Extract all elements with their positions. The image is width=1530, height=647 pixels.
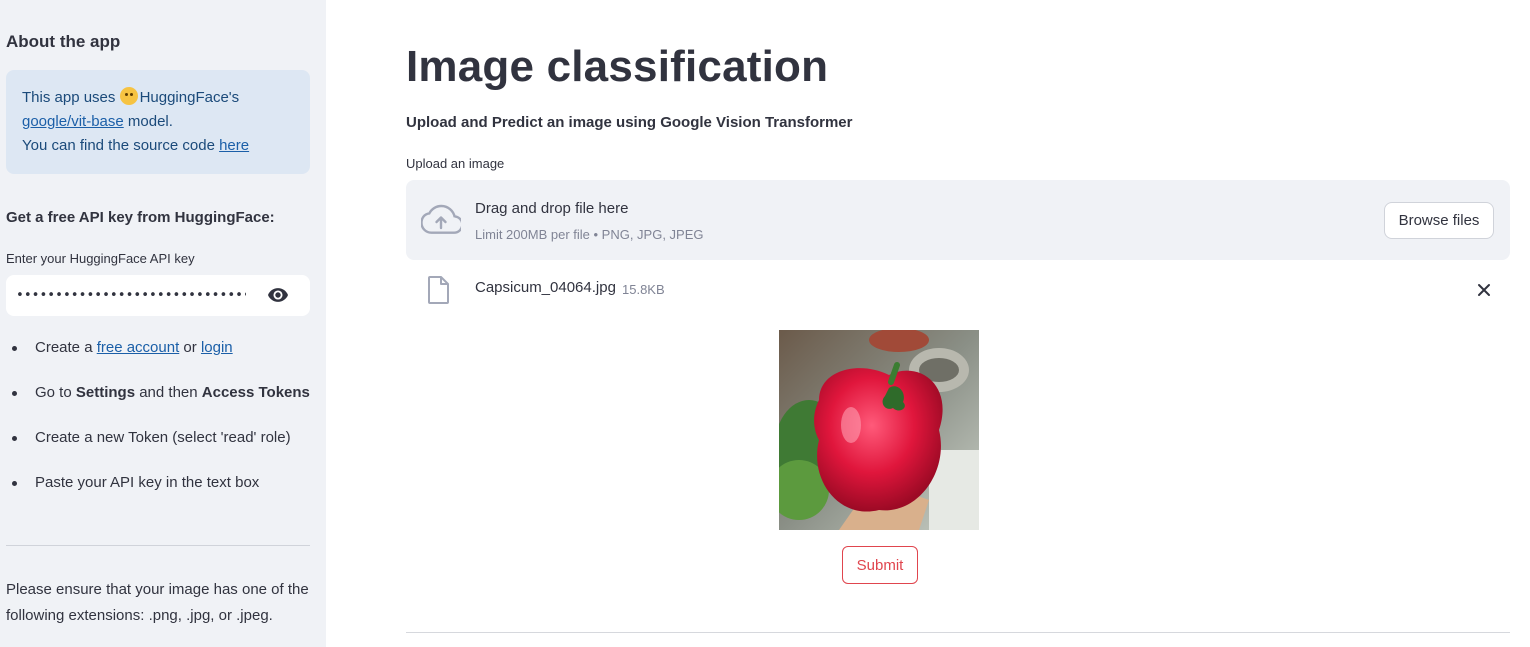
file-size: 15.8KB: [622, 282, 665, 297]
file-name: Capsicum_04064.jpg: [475, 279, 616, 296]
source-code-link[interactable]: here: [219, 137, 249, 154]
source-prefix: You can find the source code: [22, 137, 220, 154]
instructions-list: Create a free account or login Go to Set…: [6, 336, 316, 516]
about-title: About the app: [6, 32, 121, 51]
list-item: Go to Settings and then Access Tokens: [6, 381, 316, 426]
login-link[interactable]: login: [201, 339, 233, 356]
info-text-suffix: HuggingFace's: [139, 89, 240, 106]
free-account-link[interactable]: free account: [97, 339, 180, 356]
step-text: and then: [135, 384, 202, 401]
model-link[interactable]: google/vit-base: [22, 113, 124, 130]
step-bold: Access Tokens: [201, 384, 310, 401]
info-text-prefix: This app uses: [22, 89, 120, 106]
cloud-upload-icon: [421, 204, 461, 234]
file-icon: [428, 276, 449, 304]
page-subtitle: Upload and Predict an image using Google…: [406, 114, 853, 131]
hugging-face-emoji-icon: [119, 87, 138, 105]
list-item: Create a free account or login: [6, 336, 316, 381]
uploaded-file-row: Capsicum_04064.jpg 15.8KB: [406, 270, 1510, 310]
upload-label: Upload an image: [406, 156, 505, 171]
page-title: Image classification: [406, 42, 829, 91]
main-divider: [406, 632, 1510, 633]
api-key-input[interactable]: [6, 275, 256, 316]
step-text: Create a: [35, 339, 97, 356]
step-text: Create a new Token (select 'read' role): [35, 429, 291, 446]
model-suffix: model.: [123, 113, 173, 130]
api-key-label: Enter your HuggingFace API key: [6, 251, 195, 266]
close-icon[interactable]: [1476, 282, 1492, 298]
browse-files-button[interactable]: Browse files: [1384, 202, 1494, 239]
extension-note: Please ensure that your image has one of…: [6, 581, 309, 624]
dropzone-limit: Limit 200MB per file • PNG, JPG, JPEG: [475, 227, 704, 242]
step-text: Go to: [35, 384, 76, 401]
api-key-title: Get a free API key from HuggingFace:: [6, 209, 275, 226]
step-text: Paste your API key in the text box: [35, 474, 260, 491]
info-box: This app uses HuggingFace's google/vit-b…: [6, 70, 310, 174]
list-item: Create a new Token (select 'read' role): [6, 426, 316, 471]
sidebar-divider: [6, 545, 310, 546]
step-text: or: [179, 339, 201, 356]
sidebar: About the app This app uses HuggingFace'…: [0, 0, 326, 647]
eye-icon[interactable]: [268, 288, 288, 302]
uploaded-image-preview: [779, 330, 979, 530]
file-dropzone[interactable]: Drag and drop file here Limit 200MB per …: [406, 180, 1510, 260]
api-key-field: [6, 275, 310, 316]
dropzone-text: Drag and drop file here: [475, 200, 629, 217]
list-item: Paste your API key in the text box: [6, 471, 316, 516]
step-bold: Settings: [75, 384, 136, 401]
main-content: Image classification Upload and Predict …: [326, 0, 1530, 647]
submit-button[interactable]: Submit: [842, 546, 918, 584]
capsicum-image: [779, 330, 979, 530]
